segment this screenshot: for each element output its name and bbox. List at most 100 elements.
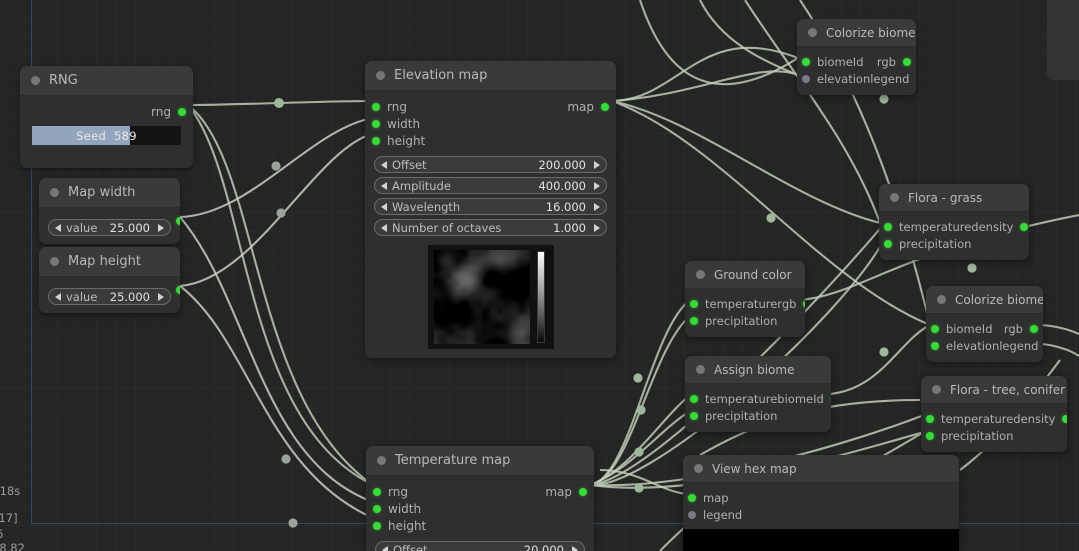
input-port-precipitation[interactable]: precipitation bbox=[690, 409, 777, 423]
output-port-rgb-dot[interactable] bbox=[803, 299, 805, 308]
node-map-height-header[interactable]: Map height bbox=[39, 247, 180, 277]
elevation-offset-spinner[interactable]: Offset 200.000 bbox=[374, 156, 607, 173]
input-port-precipitation[interactable]: precipitation bbox=[884, 237, 971, 251]
node-collapse-icon[interactable] bbox=[377, 456, 386, 465]
node-temperature-map[interactable]: Temperature map rng map width height Off… bbox=[366, 446, 594, 551]
node-collapse-icon[interactable] bbox=[50, 257, 59, 266]
node-collapse-icon[interactable] bbox=[50, 188, 59, 197]
input-port-map[interactable]: map bbox=[688, 491, 729, 505]
node-ground-color-header[interactable]: Ground color bbox=[685, 261, 805, 289]
input-port-temperature-dot[interactable] bbox=[690, 299, 698, 308]
output-port-rng-dot[interactable] bbox=[178, 107, 186, 116]
decrement-arrow-icon[interactable] bbox=[381, 160, 387, 169]
node-flora-grass-header[interactable]: Flora - grass bbox=[879, 184, 1029, 212]
node-flora-grass[interactable]: Flora - grass temperature density precip… bbox=[879, 184, 1029, 260]
input-port-height-dot[interactable] bbox=[373, 521, 381, 530]
temperature-offset-spinner[interactable]: Offset 20.000 bbox=[375, 541, 585, 551]
node-collapse-icon[interactable] bbox=[932, 385, 941, 394]
output-port-map-dot[interactable] bbox=[579, 487, 587, 496]
node-colorize-biomes-right[interactable]: Colorize biomes biomeId rgb elevation le… bbox=[926, 286, 1043, 362]
corner-panel[interactable] bbox=[1047, 0, 1079, 80]
decrement-arrow-icon[interactable] bbox=[381, 223, 387, 232]
input-port-biomeid[interactable]: biomeId bbox=[931, 322, 993, 336]
elevation-wavelength-spinner[interactable]: Wavelength 16.000 bbox=[374, 198, 607, 215]
increment-arrow-icon[interactable] bbox=[158, 292, 164, 301]
node-graph-canvas[interactable]: RNG rng Seed 589 Map width value 25.000 … bbox=[0, 0, 1079, 551]
node-collapse-icon[interactable] bbox=[376, 71, 385, 80]
node-collapse-icon[interactable] bbox=[696, 270, 705, 279]
node-assign-biome-header[interactable]: Assign biome bbox=[685, 356, 831, 384]
elevation-amplitude-spinner[interactable]: Amplitude 400.000 bbox=[374, 177, 607, 194]
input-port-elevation-dot[interactable] bbox=[802, 74, 810, 83]
node-collapse-icon[interactable] bbox=[31, 76, 40, 85]
output-port-rgb[interactable]: rgb bbox=[877, 55, 911, 69]
node-view-hex-map[interactable]: View hex map map legend bbox=[683, 455, 959, 551]
input-port-height[interactable]: height bbox=[372, 134, 425, 148]
input-port-biomeid[interactable]: biomeId bbox=[802, 55, 864, 69]
output-port-density-dot[interactable] bbox=[1062, 414, 1067, 423]
decrement-arrow-icon[interactable] bbox=[55, 223, 61, 232]
input-port-temperature-dot[interactable] bbox=[926, 414, 934, 423]
map-width-value-spinner[interactable]: value 25.000 bbox=[48, 219, 171, 236]
input-port-rng[interactable]: rng bbox=[372, 100, 407, 114]
input-port-temperature[interactable]: temperature bbox=[690, 392, 777, 406]
node-view-hex-map-header[interactable]: View hex map bbox=[683, 455, 959, 483]
node-rng-header[interactable]: RNG bbox=[20, 66, 193, 96]
node-collapse-icon[interactable] bbox=[694, 464, 703, 473]
node-elevation-map-header[interactable]: Elevation map bbox=[365, 61, 616, 91]
node-temperature-map-header[interactable]: Temperature map bbox=[366, 446, 594, 476]
output-port-map-height-dot[interactable] bbox=[176, 286, 180, 294]
input-port-height[interactable]: height bbox=[373, 519, 426, 533]
input-port-precipitation-dot[interactable] bbox=[926, 431, 934, 440]
decrement-arrow-icon[interactable] bbox=[381, 181, 387, 190]
decrement-arrow-icon[interactable] bbox=[381, 202, 387, 211]
input-port-temperature-dot[interactable] bbox=[884, 222, 892, 231]
output-port-legend[interactable]: legend bbox=[870, 72, 916, 86]
input-port-legend[interactable]: legend bbox=[688, 508, 742, 522]
input-port-rng[interactable]: rng bbox=[373, 485, 408, 499]
input-port-temperature[interactable]: temperature bbox=[884, 220, 971, 234]
increment-arrow-icon[interactable] bbox=[594, 223, 600, 232]
elevation-octaves-spinner[interactable]: Number of octaves 1.000 bbox=[374, 219, 607, 236]
map-height-value-spinner[interactable]: value 25.000 bbox=[48, 288, 171, 305]
input-port-width-dot[interactable] bbox=[373, 504, 381, 513]
input-port-precipitation-dot[interactable] bbox=[690, 316, 698, 325]
input-port-elevation-dot[interactable] bbox=[931, 341, 939, 350]
output-port-density[interactable]: density bbox=[971, 220, 1029, 234]
input-port-legend-dot[interactable] bbox=[688, 510, 696, 519]
node-rng[interactable]: RNG rng Seed 589 bbox=[20, 66, 193, 168]
node-colorize-biomes-right-header[interactable]: Colorize biomes bbox=[926, 286, 1043, 314]
output-port-legend[interactable]: legend bbox=[999, 339, 1043, 353]
output-port-rgb-dot[interactable] bbox=[1030, 324, 1038, 333]
input-port-precipitation[interactable]: precipitation bbox=[926, 429, 1013, 443]
input-port-temperature[interactable]: temperature bbox=[926, 412, 1013, 426]
output-port-rgb-dot[interactable] bbox=[903, 57, 911, 66]
decrement-arrow-icon[interactable] bbox=[55, 292, 61, 301]
node-flora-tree-conifer[interactable]: Flora - tree, conifer temperature densit… bbox=[921, 376, 1067, 452]
input-port-elevation[interactable]: elevation bbox=[802, 72, 870, 86]
input-port-precipitation-dot[interactable] bbox=[884, 239, 892, 248]
node-assign-biome[interactable]: Assign biome temperature biomeId precipi… bbox=[685, 356, 831, 432]
input-port-biomeid-dot[interactable] bbox=[802, 57, 810, 66]
node-collapse-icon[interactable] bbox=[890, 193, 899, 202]
node-collapse-icon[interactable] bbox=[937, 295, 946, 304]
increment-arrow-icon[interactable] bbox=[572, 545, 578, 551]
increment-arrow-icon[interactable] bbox=[158, 223, 164, 232]
input-port-height-dot[interactable] bbox=[372, 136, 380, 145]
output-port-map[interactable]: map bbox=[545, 485, 587, 499]
input-port-width[interactable]: width bbox=[372, 117, 420, 131]
node-collapse-icon[interactable] bbox=[808, 28, 817, 37]
output-port-map-width-dot[interactable] bbox=[176, 217, 180, 225]
output-port-rgb[interactable]: rgb bbox=[1004, 322, 1038, 336]
output-port-map-dot[interactable] bbox=[601, 102, 609, 111]
decrement-arrow-icon[interactable] bbox=[382, 545, 388, 551]
node-map-height[interactable]: Map height value 25.000 bbox=[39, 247, 180, 313]
output-port-density-dot[interactable] bbox=[1020, 222, 1029, 231]
increment-arrow-icon[interactable] bbox=[594, 160, 600, 169]
node-map-width-header[interactable]: Map width bbox=[39, 178, 180, 208]
input-port-precipitation[interactable]: precipitation bbox=[690, 314, 777, 328]
seed-slider[interactable]: Seed 589 bbox=[32, 126, 181, 145]
node-map-width[interactable]: Map width value 25.000 bbox=[39, 178, 180, 244]
node-flora-tree-conifer-header[interactable]: Flora - tree, conifer bbox=[921, 376, 1067, 404]
input-port-temperature[interactable]: temperature bbox=[690, 297, 777, 311]
